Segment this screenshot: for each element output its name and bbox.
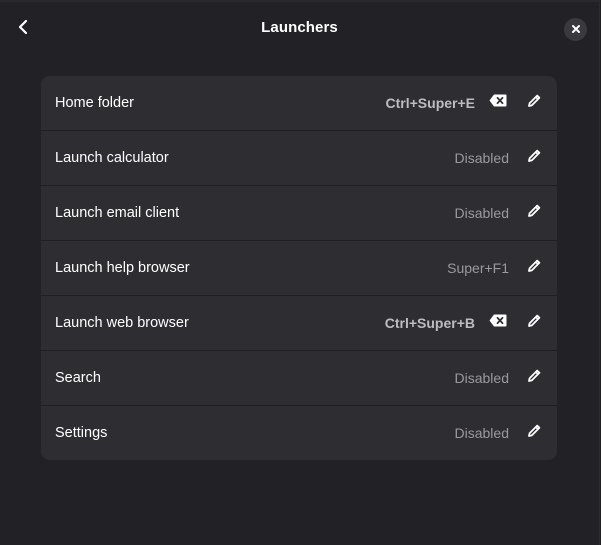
edit-shortcut-button[interactable] — [523, 367, 545, 389]
clear-shortcut-button[interactable] — [487, 313, 509, 333]
pencil-icon — [526, 93, 542, 114]
shortcut-row-search[interactable]: Search Disabled — [41, 351, 557, 406]
close-icon — [571, 21, 581, 39]
shortcut-label: Launch help browser — [55, 260, 190, 276]
shortcut-row-launch-help-browser[interactable]: Launch help browser Super+F1 — [41, 241, 557, 296]
shortcut-label: Search — [55, 370, 101, 386]
shortcut-accelerator: Disabled — [454, 370, 509, 386]
pencil-icon — [526, 148, 542, 169]
pencil-icon — [526, 313, 542, 334]
shortcut-row-launch-email-client[interactable]: Launch email client Disabled — [41, 186, 557, 241]
shortcut-label: Home folder — [55, 95, 134, 111]
close-button[interactable] — [564, 18, 587, 41]
shortcut-accelerator: Disabled — [454, 205, 509, 221]
edit-shortcut-button[interactable] — [523, 422, 545, 444]
backspace-icon — [489, 94, 507, 112]
pencil-icon — [526, 368, 542, 389]
shortcut-list: Home folder Ctrl+Super+E Launch calculat… — [41, 76, 557, 460]
shortcut-row-settings[interactable]: Settings Disabled — [41, 406, 557, 460]
pencil-icon — [526, 423, 542, 444]
pencil-icon — [526, 203, 542, 224]
shortcut-row-launch-web-browser[interactable]: Launch web browser Ctrl+Super+B — [41, 296, 557, 351]
edit-shortcut-button[interactable] — [523, 257, 545, 279]
shortcut-label: Launch email client — [55, 205, 180, 221]
pencil-icon — [526, 258, 542, 279]
shortcut-row-home-folder[interactable]: Home folder Ctrl+Super+E — [41, 76, 557, 131]
clear-shortcut-button[interactable] — [487, 93, 509, 113]
shortcut-accelerator: Disabled — [454, 425, 509, 441]
shortcut-row-launch-calculator[interactable]: Launch calculator Disabled — [41, 131, 557, 186]
header-bar: Launchers — [0, 0, 599, 58]
shortcut-accelerator: Ctrl+Super+B — [384, 315, 475, 331]
shortcut-accelerator: Super+F1 — [447, 260, 509, 276]
dialog-window: Launchers Home folder Ctrl+Super+E Launc… — [0, 0, 600, 545]
edit-shortcut-button[interactable] — [523, 147, 545, 169]
edit-shortcut-button[interactable] — [523, 202, 545, 224]
backspace-icon — [489, 314, 507, 332]
shortcut-label: Launch calculator — [55, 150, 169, 166]
shortcut-label: Launch web browser — [55, 315, 189, 331]
edit-shortcut-button[interactable] — [523, 92, 545, 114]
edit-shortcut-button[interactable] — [523, 312, 545, 334]
page-title: Launchers — [261, 19, 338, 36]
shortcut-label: Settings — [55, 425, 108, 441]
shortcut-accelerator: Ctrl+Super+E — [385, 95, 475, 111]
shortcut-accelerator: Disabled — [454, 150, 509, 166]
